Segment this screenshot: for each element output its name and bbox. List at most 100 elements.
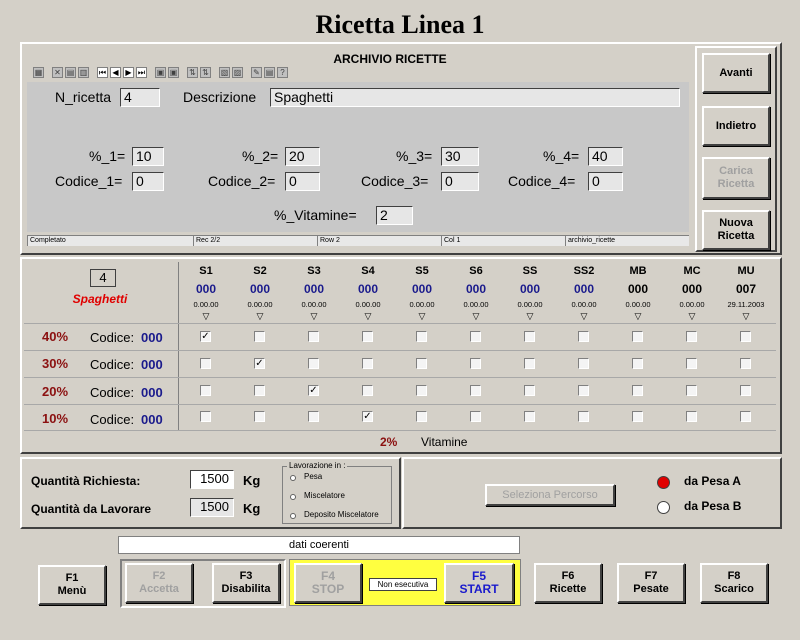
cut-icon[interactable]: ✕ bbox=[52, 67, 63, 78]
grid-checkbox[interactable] bbox=[578, 358, 589, 369]
grid-checkbox[interactable] bbox=[578, 411, 589, 422]
filter-down-icon[interactable]: ▽ bbox=[665, 311, 719, 322]
grid-checkbox[interactable]: ✓ bbox=[254, 358, 265, 369]
filter-down-icon[interactable]: ▽ bbox=[557, 311, 611, 322]
grid-checkbox[interactable] bbox=[416, 358, 427, 369]
f3-disabilita-button[interactable]: F3 Disabilita bbox=[212, 563, 280, 603]
grid-checkbox[interactable] bbox=[524, 331, 535, 342]
pesa-a-radio[interactable] bbox=[657, 476, 670, 489]
grid-checkbox[interactable] bbox=[416, 331, 427, 342]
lavorazione-miscelatore-radio[interactable] bbox=[290, 494, 296, 500]
grid-checkbox[interactable] bbox=[578, 331, 589, 342]
help-icon[interactable]: ? bbox=[277, 67, 288, 78]
new-record-icon[interactable]: ▣ bbox=[155, 67, 166, 78]
pct4-field[interactable]: 40 bbox=[588, 147, 623, 166]
filter-down-icon[interactable]: ▽ bbox=[449, 311, 503, 322]
grid-checkbox[interactable] bbox=[686, 411, 697, 422]
filter-down-icon[interactable]: ▽ bbox=[179, 311, 233, 322]
grid-checkbox[interactable] bbox=[470, 331, 481, 342]
grid-checkbox[interactable] bbox=[308, 358, 319, 369]
form-icon[interactable]: ▦ bbox=[33, 67, 44, 78]
grid-checkbox[interactable] bbox=[524, 385, 535, 396]
quantita-richiesta-field[interactable]: 1500 bbox=[190, 470, 234, 489]
edit-icon[interactable]: ✎ bbox=[251, 67, 262, 78]
grid-checkbox[interactable] bbox=[416, 385, 427, 396]
pesa-b-radio[interactable] bbox=[657, 501, 670, 514]
codice4-field[interactable]: 0 bbox=[588, 172, 623, 191]
seleziona-percorso-button[interactable]: Seleziona Percorso bbox=[485, 484, 615, 506]
last-record-icon[interactable]: ⏭ bbox=[136, 67, 147, 78]
grid-checkbox[interactable] bbox=[632, 331, 643, 342]
grid-checkbox[interactable] bbox=[740, 411, 751, 422]
codice3-field[interactable]: 0 bbox=[441, 172, 479, 191]
grid-checkbox[interactable] bbox=[362, 385, 373, 396]
quantita-lavorare-field[interactable]: 1500 bbox=[190, 498, 234, 517]
grid-checkbox[interactable] bbox=[740, 331, 751, 342]
grid-checkbox[interactable] bbox=[254, 411, 265, 422]
grid-checkbox[interactable] bbox=[308, 411, 319, 422]
first-record-icon[interactable]: ⏮ bbox=[97, 67, 108, 78]
grid-checkbox[interactable] bbox=[200, 358, 211, 369]
pct2-field[interactable]: 20 bbox=[285, 147, 320, 166]
sort-desc-icon[interactable]: ⇅ bbox=[200, 67, 211, 78]
prev-record-icon[interactable]: ◀ bbox=[110, 67, 121, 78]
grid-checkbox[interactable] bbox=[686, 331, 697, 342]
f2-accetta-button[interactable]: F2 Accetta bbox=[125, 563, 193, 603]
filter-down-icon[interactable]: ▽ bbox=[503, 311, 557, 322]
avanti-button[interactable]: Avanti bbox=[702, 53, 770, 93]
grid-checkbox[interactable] bbox=[254, 385, 265, 396]
grid-checkbox[interactable] bbox=[200, 411, 211, 422]
vitamine-field[interactable]: 2 bbox=[376, 206, 413, 225]
grid-checkbox[interactable] bbox=[470, 411, 481, 422]
nuova-ricetta-button[interactable]: Nuova Ricetta bbox=[702, 210, 770, 250]
codice1-field[interactable]: 0 bbox=[132, 172, 164, 191]
carica-ricetta-button[interactable]: Carica Ricetta bbox=[702, 157, 770, 199]
pct3-field[interactable]: 30 bbox=[441, 147, 479, 166]
indietro-button[interactable]: Indietro bbox=[702, 106, 770, 146]
grid-checkbox[interactable] bbox=[524, 358, 535, 369]
grid-checkbox[interactable]: ✓ bbox=[362, 411, 373, 422]
filter-down-icon[interactable]: ▽ bbox=[233, 311, 287, 322]
filter-clear-icon[interactable]: ▨ bbox=[232, 67, 243, 78]
lavorazione-pesa-radio[interactable] bbox=[290, 475, 296, 481]
f8-scarico-button[interactable]: F8 Scarico bbox=[700, 563, 768, 603]
paste-icon[interactable]: ▥ bbox=[78, 67, 89, 78]
pct1-field[interactable]: 10 bbox=[132, 147, 164, 166]
f5-start-button[interactable]: F5 START bbox=[444, 563, 514, 603]
grid-checkbox[interactable] bbox=[308, 331, 319, 342]
grid-checkbox[interactable] bbox=[254, 331, 265, 342]
grid-checkbox[interactable] bbox=[200, 385, 211, 396]
n-ricetta-field[interactable]: 4 bbox=[120, 88, 160, 107]
filter-down-icon[interactable]: ▽ bbox=[719, 311, 773, 322]
filter-down-icon[interactable]: ▽ bbox=[287, 311, 341, 322]
grid-checkbox[interactable] bbox=[740, 358, 751, 369]
grid-checkbox[interactable] bbox=[686, 385, 697, 396]
delete-record-icon[interactable]: ▣ bbox=[168, 67, 179, 78]
print-icon[interactable]: ▤ bbox=[264, 67, 275, 78]
f4-stop-button[interactable]: F4 STOP bbox=[294, 563, 362, 603]
f1-menu-button[interactable]: F1 Menù bbox=[38, 565, 106, 605]
f7-pesate-button[interactable]: F7 Pesate bbox=[617, 563, 685, 603]
grid-checkbox[interactable] bbox=[362, 331, 373, 342]
sort-asc-icon[interactable]: ⇅ bbox=[187, 67, 198, 78]
grid-checkbox[interactable]: ✓ bbox=[308, 385, 319, 396]
filter-icon[interactable]: ▧ bbox=[219, 67, 230, 78]
grid-checkbox[interactable] bbox=[740, 385, 751, 396]
grid-checkbox[interactable] bbox=[470, 358, 481, 369]
grid-checkbox[interactable] bbox=[632, 385, 643, 396]
filter-down-icon[interactable]: ▽ bbox=[611, 311, 665, 322]
grid-checkbox[interactable] bbox=[524, 411, 535, 422]
grid-checkbox[interactable] bbox=[632, 358, 643, 369]
descrizione-field[interactable]: Spaghetti bbox=[270, 88, 680, 107]
grid-checkbox[interactable] bbox=[578, 385, 589, 396]
f6-ricette-button[interactable]: F6 Ricette bbox=[534, 563, 602, 603]
next-record-icon[interactable]: ▶ bbox=[123, 67, 134, 78]
grid-checkbox[interactable] bbox=[416, 411, 427, 422]
grid-checkbox[interactable] bbox=[632, 411, 643, 422]
grid-checkbox[interactable] bbox=[362, 358, 373, 369]
grid-checkbox[interactable] bbox=[470, 385, 481, 396]
copy-icon[interactable]: ▤ bbox=[65, 67, 76, 78]
codice2-field[interactable]: 0 bbox=[285, 172, 320, 191]
filter-down-icon[interactable]: ▽ bbox=[341, 311, 395, 322]
grid-checkbox[interactable]: ✓ bbox=[200, 331, 211, 342]
